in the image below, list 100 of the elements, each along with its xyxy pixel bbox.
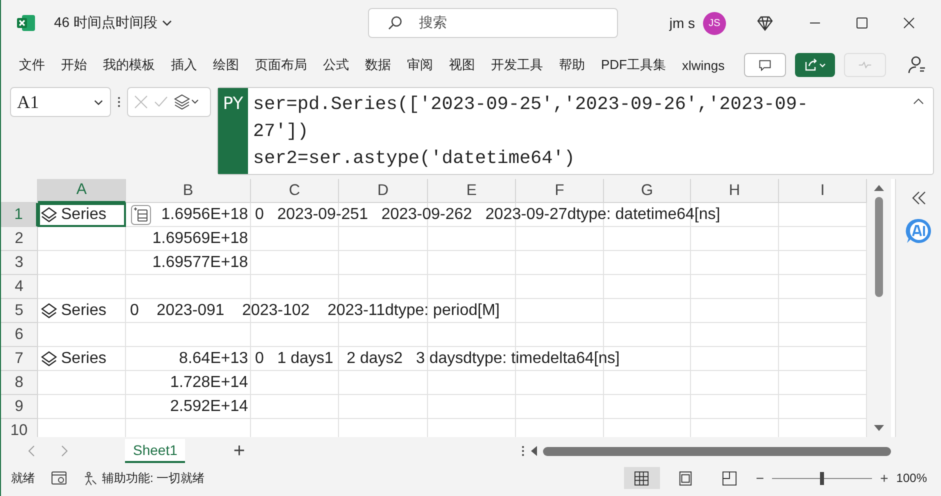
scrollbar-thumb[interactable]: [875, 197, 883, 297]
cell-value: 2.592E+14: [170, 398, 249, 416]
row-header[interactable]: 9: [1, 395, 38, 419]
document-title-button[interactable]: 46 时间点时间段: [54, 14, 174, 32]
row-header[interactable]: 10: [1, 419, 38, 437]
cell-value: 8.64E+13: [179, 350, 249, 368]
menu-tab[interactable]: 视图: [449, 56, 475, 74]
collapse-icon[interactable]: [913, 97, 924, 105]
cell-value: 1.69577E+18: [152, 254, 249, 272]
search-field[interactable]: 搜索: [368, 8, 618, 38]
grid-icon: [634, 470, 650, 486]
more-icon[interactable]: [117, 96, 121, 108]
cell-value: 0 2023-091 2023-102 2023-11dtype: period[M]: [129, 302, 500, 320]
menu-tab[interactable]: PDF工具集: [601, 56, 666, 74]
insert-data-icon[interactable]: [131, 205, 151, 225]
column-header[interactable]: F: [516, 179, 604, 203]
sheet-tab[interactable]: Sheet1: [125, 439, 186, 463]
close-icon[interactable]: [903, 17, 915, 29]
series-cell: Series: [38, 350, 106, 368]
formula-line: 27']): [253, 120, 310, 144]
row-header[interactable]: 1: [1, 203, 38, 227]
status-text: 就绪: [11, 470, 35, 486]
menu-tab[interactable]: 绘图: [213, 56, 239, 74]
column-header[interactable]: H: [691, 179, 779, 203]
row-header[interactable]: 5: [1, 299, 38, 323]
series-cell: Series: [38, 302, 106, 320]
row-header[interactable]: 7: [1, 347, 38, 371]
menu-tab[interactable]: 数据: [365, 56, 391, 74]
pulse-icon: [858, 59, 872, 71]
menu-tab[interactable]: 审阅: [407, 56, 433, 74]
row-header[interactable]: 6: [1, 323, 38, 347]
layers-icon: [41, 303, 57, 319]
column-header[interactable]: G: [604, 179, 691, 203]
series-cell: Series: [38, 206, 106, 224]
ai-icon[interactable]: [904, 217, 932, 245]
formula-line: ser=pd.Series(['2023-09-25','2023-09-26','2023-09-: [253, 93, 808, 117]
layers-icon[interactable]: [174, 94, 200, 110]
menu-tab[interactable]: 开始: [61, 56, 87, 74]
layers-icon: [41, 351, 57, 367]
column-header[interactable]: C: [251, 179, 339, 203]
maximize-icon[interactable]: [856, 17, 868, 29]
cell-value: 0 2023-09-251 2023-09-262 2023-09-27dtype: datetime64[ns]: [254, 206, 720, 224]
page-break-icon: [722, 470, 738, 486]
more-icon[interactable]: [521, 445, 525, 457]
comment-icon: [758, 58, 772, 72]
menu-tab[interactable]: 插入: [171, 56, 197, 74]
menu-tab[interactable]: 页面布局: [255, 56, 307, 74]
menu-tab[interactable]: 文件: [19, 56, 45, 74]
add-sheet-button[interactable]: +: [233, 440, 246, 462]
collapse-panel-icon[interactable]: [910, 191, 926, 205]
formula-line: ser2=ser.astype('datetime64'): [253, 147, 576, 171]
page-icon: [678, 470, 694, 486]
cell-value: 0 1 days1 2 days2 3 daysdtype: timedelta64[ns]: [254, 350, 620, 368]
accessibility-status[interactable]: 辅助功能: 一切就绪: [83, 470, 205, 486]
user-name: jm s: [669, 15, 695, 31]
zoom-in-button[interactable]: +: [880, 470, 888, 486]
share-button[interactable]: [795, 53, 835, 77]
scroll-up-icon[interactable]: [874, 185, 884, 191]
menu-tab[interactable]: 公式: [323, 56, 349, 74]
normal-view-button[interactable]: [624, 467, 660, 489]
zoom-out-button[interactable]: −: [756, 470, 764, 486]
cell-value: 1.728E+14: [170, 374, 249, 392]
cell-value: 1.69569E+18: [152, 230, 249, 248]
row-header[interactable]: 4: [1, 275, 38, 299]
person-icon[interactable]: [907, 55, 927, 75]
scrollbar-thumb[interactable]: [543, 446, 891, 456]
previous-sheet-icon[interactable]: [27, 445, 35, 457]
check-icon[interactable]: [154, 95, 168, 109]
selected-cell[interactable]: Series: [38, 203, 126, 227]
menu-tab[interactable]: 我的模板: [103, 56, 155, 74]
name-box[interactable]: A1: [10, 87, 111, 117]
search-placeholder: 搜索: [419, 14, 447, 32]
comments-button[interactable]: [744, 53, 786, 77]
python-badge: PY: [218, 88, 248, 174]
row-header[interactable]: 8: [1, 371, 38, 395]
menu-tab[interactable]: xlwings: [682, 56, 725, 74]
formula-field[interactable]: PY ser=pd.Series(['2023-09-25','2023-09-26','2023-09- 27']) ser2=ser.astype('datetime64'): [217, 87, 934, 175]
scroll-down-icon[interactable]: [874, 425, 884, 431]
macro-recording-icon[interactable]: [51, 471, 67, 485]
zoom-level: 100%: [896, 471, 927, 485]
scroll-left-icon[interactable]: [531, 446, 537, 456]
column-header[interactable]: D: [339, 179, 428, 203]
layers-icon: [41, 207, 57, 223]
column-header[interactable]: E: [428, 179, 516, 203]
next-sheet-icon[interactable]: [61, 445, 69, 457]
cell-value: 1.6956E+18: [161, 206, 249, 224]
column-header[interactable]: B: [126, 179, 251, 203]
accessibility-icon: [83, 470, 98, 486]
row-header[interactable]: 3: [1, 251, 38, 275]
zoom-slider-thumb[interactable]: [820, 472, 824, 484]
excel-logo-icon: [16, 13, 36, 33]
diamond-icon[interactable]: [756, 14, 774, 32]
share-icon: [804, 58, 826, 72]
column-header[interactable]: A: [38, 179, 126, 203]
user-avatar[interactable]: JS: [703, 12, 726, 34]
search-icon: [387, 15, 403, 31]
row-header[interactable]: 2: [1, 227, 38, 251]
menu-tab[interactable]: 开发工具: [491, 56, 543, 74]
menu-tab[interactable]: 帮助: [559, 56, 585, 74]
column-header[interactable]: I: [779, 179, 867, 203]
